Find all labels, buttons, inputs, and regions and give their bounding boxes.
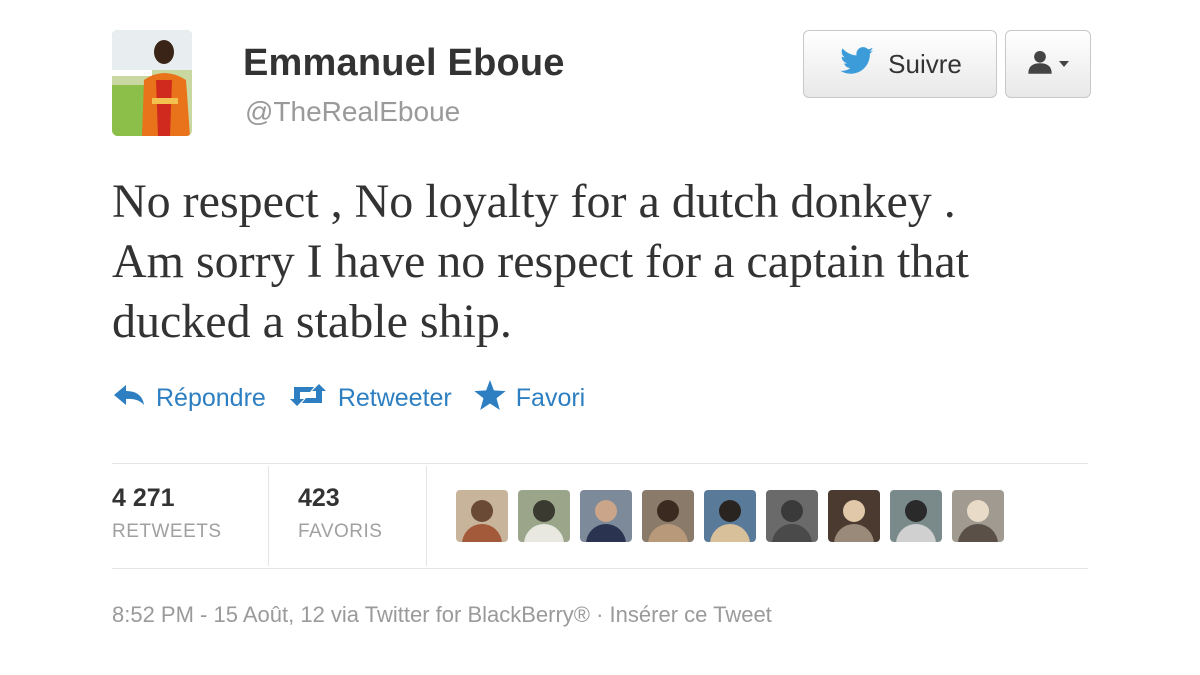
favoriter-avatar[interactable] bbox=[828, 490, 880, 542]
divider bbox=[426, 466, 427, 566]
twitter-bird-icon bbox=[838, 46, 876, 82]
favorite-button[interactable]: Favori bbox=[474, 380, 585, 417]
retweet-label: Retweeter bbox=[337, 384, 452, 412]
divider bbox=[268, 466, 269, 566]
favorite-count: 423 bbox=[298, 484, 340, 512]
favoriter-avatar[interactable] bbox=[890, 490, 942, 542]
divider bbox=[112, 568, 1088, 569]
follow-button[interactable]: Suivre bbox=[803, 30, 997, 98]
tweet-line: Am sorry I have no respect for a captain… bbox=[112, 235, 969, 288]
follow-label: Suivre bbox=[888, 48, 962, 79]
favoriter-avatar[interactable] bbox=[642, 490, 694, 542]
chevron-down-icon bbox=[1059, 55, 1069, 73]
favoriters-avatars bbox=[456, 490, 1004, 542]
reply-button[interactable]: Répondre bbox=[112, 383, 266, 414]
user-handle[interactable]: @TheRealEboue bbox=[245, 96, 460, 128]
tweet-text: No respect , No loyalty for a dutch donk… bbox=[112, 172, 1112, 352]
star-icon bbox=[474, 380, 506, 417]
tweet-line: ducked a stable ship. bbox=[112, 295, 512, 348]
favoriter-avatar[interactable] bbox=[952, 490, 1004, 542]
favoriter-avatar[interactable] bbox=[704, 490, 756, 542]
retweet-count: 4 271 bbox=[112, 484, 175, 512]
retweet-button[interactable]: Retweeter bbox=[288, 383, 452, 414]
user-name[interactable]: Emmanuel Eboue bbox=[243, 42, 565, 85]
favoriter-avatar[interactable] bbox=[580, 490, 632, 542]
tweet-line: No respect , No loyalty for a dutch donk… bbox=[112, 175, 956, 228]
avatar[interactable] bbox=[112, 30, 192, 136]
favoriter-avatar[interactable] bbox=[766, 490, 818, 542]
user-actions-button[interactable] bbox=[1005, 30, 1091, 98]
tweet-metadata[interactable]: 8:52 PM - 15 Août, 12 via Twitter for Bl… bbox=[112, 602, 772, 628]
favoriter-avatar[interactable] bbox=[518, 490, 570, 542]
favorite-count-label: FAVORIS bbox=[298, 521, 383, 542]
favorite-stat[interactable]: 423 FAVORIS bbox=[298, 484, 382, 543]
reply-label: Répondre bbox=[156, 384, 266, 412]
retweet-stat[interactable]: 4 271 RETWEETS bbox=[112, 484, 222, 543]
favoriter-avatar[interactable] bbox=[456, 490, 508, 542]
tweet-actions: Répondre Retweeter Favori bbox=[112, 380, 585, 417]
favorite-label: Favori bbox=[515, 384, 586, 412]
retweet-count-label: RETWEETS bbox=[112, 521, 222, 542]
reply-icon bbox=[112, 383, 146, 414]
divider bbox=[112, 463, 1088, 464]
retweet-icon bbox=[288, 383, 328, 414]
user-icon bbox=[1027, 49, 1053, 80]
